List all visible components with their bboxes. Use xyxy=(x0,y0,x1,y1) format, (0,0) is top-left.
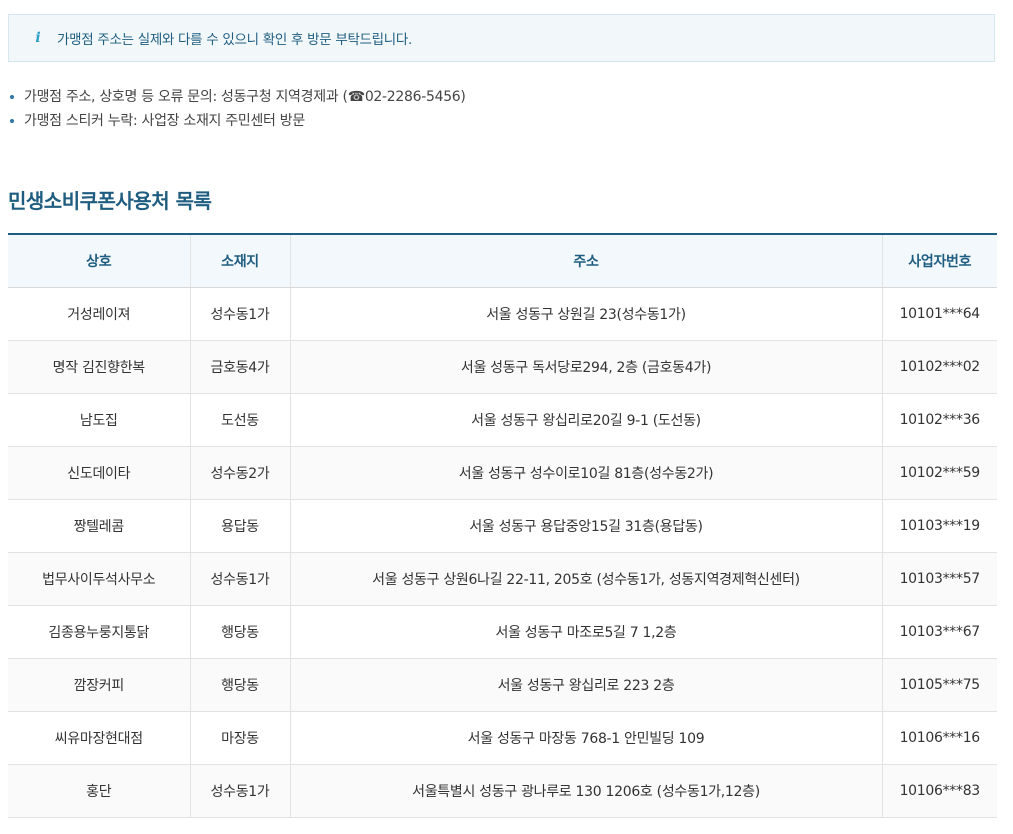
section-title: 민생소비쿠폰사용처 목록 xyxy=(8,189,212,213)
cell-location: 성수동1가 xyxy=(189,287,290,341)
cell-location: 용답동 xyxy=(189,499,290,553)
notice-text: 가맹점 주소는 실제와 다를 수 있으니 확인 후 방문 부탁드립니다. xyxy=(57,32,413,48)
info-icon: i xyxy=(35,30,41,46)
cell-name: 짱텔레콤 xyxy=(8,499,190,553)
info-item-inquiry: 가맹점 주소, 상호명 등 오류 문의: 성동구청 지역경제과 (☎02-228… xyxy=(8,85,466,109)
cell-address: 서울 성동구 마조로5길 7 1,2층 xyxy=(289,605,882,659)
cell-name: 깜장커피 xyxy=(8,658,190,712)
cell-business-number: 10102***36 xyxy=(881,393,997,447)
header-location: 소재지 xyxy=(189,234,290,288)
cell-business-number: 10102***59 xyxy=(881,446,997,500)
cell-address: 서울 성동구 성수이로10길 81층(성수동2가) xyxy=(289,446,882,500)
table-row: 명작 김진향한복 금호동4가 서울 성동구 독서당로294, 2층 (금호동4가) 1… xyxy=(8,340,997,394)
cell-name: 홍단 xyxy=(8,764,190,818)
table-row: 남도집 도선동 서울 성동구 왕십리로20길 9-1 (도선동) 10102***36 xyxy=(8,393,997,447)
cell-address: 서울 성동구 마장동 768-1 안민빌딩 109 xyxy=(289,711,882,765)
cell-location: 성수동1가 xyxy=(189,764,290,818)
cell-location: 도선동 xyxy=(189,393,290,447)
cell-address: 서울 성동구 왕십리로20길 9-1 (도선동) xyxy=(289,393,882,447)
table-row: 깜장커피 행당동 서울 성동구 왕십리로 223 2층 10105***75 xyxy=(8,658,997,712)
info-list: 가맹점 주소, 상호명 등 오류 문의: 성동구청 지역경제과 (☎02-228… xyxy=(8,85,466,133)
cell-name: 신도데이타 xyxy=(8,446,190,500)
header-business-number: 사업자번호 xyxy=(881,234,997,288)
info-item-sticker: 가맹점 스티커 누락: 사업장 소재지 주민센터 방문 xyxy=(8,109,466,133)
cell-address: 서울 성동구 용답중앙15길 31층(용답동) xyxy=(289,499,882,553)
cell-location: 마장동 xyxy=(189,711,290,765)
table-row: 법무사이두석사무소 성수동1가 서울 성동구 상원6나길 22-11, 205호 (… xyxy=(8,552,997,606)
table-row: 거성레이져 성수동1가 서울 성동구 상원길 23(성수동1가) 10101***64 xyxy=(8,287,997,341)
cell-location: 성수동2가 xyxy=(189,446,290,500)
notice-box: i 가맹점 주소는 실제와 다를 수 있으니 확인 후 방문 부탁드립니다. xyxy=(8,14,995,62)
cell-address: 서울특별시 성동구 광나루로 130 1206호 (성수동1가,12층) xyxy=(289,764,882,818)
table-row: 짱텔레콤 용답동 서울 성동구 용답중앙15길 31층(용답동) 10103***19 xyxy=(8,499,997,553)
table-row: 김종용누룽지통닭 행당동 서울 성동구 마조로5길 7 1,2층 10103***67 xyxy=(8,605,997,659)
header-address: 주소 xyxy=(289,234,882,288)
cell-business-number: 10106***16 xyxy=(881,711,997,765)
header-name: 상호 xyxy=(8,234,190,288)
cell-business-number: 10101***64 xyxy=(881,287,997,341)
cell-business-number: 10103***57 xyxy=(881,552,997,606)
cell-address: 서울 성동구 독서당로294, 2층 (금호동4가) xyxy=(289,340,882,394)
cell-business-number: 10106***83 xyxy=(881,764,997,818)
table-header-row: 상호 소재지 주소 사업자번호 xyxy=(8,234,997,288)
cell-location: 금호동4가 xyxy=(189,340,290,394)
cell-name: 법무사이두석사무소 xyxy=(8,552,190,606)
table-row: 신도데이타 성수동2가 서울 성동구 성수이로10길 81층(성수동2가) 10102… xyxy=(8,446,997,500)
cell-business-number: 10102***02 xyxy=(881,340,997,394)
merchant-table: 상호 소재지 주소 사업자번호 거성레이져 성수동1가 서울 성동구 상원길 23(… xyxy=(8,233,997,818)
cell-business-number: 10105***75 xyxy=(881,658,997,712)
cell-name: 거성레이져 xyxy=(8,287,190,341)
table-body: 거성레이져 성수동1가 서울 성동구 상원길 23(성수동1가) 10101***64… xyxy=(8,287,997,818)
cell-name: 씨유마장현대점 xyxy=(8,711,190,765)
cell-location: 행당동 xyxy=(189,605,290,659)
cell-business-number: 10103***67 xyxy=(881,605,997,659)
table-row: 홍단 성수동1가 서울특별시 성동구 광나루로 130 1206호 (성수동1가,1… xyxy=(8,764,997,818)
cell-location: 행당동 xyxy=(189,658,290,712)
cell-name: 명작 김진향한복 xyxy=(8,340,190,394)
cell-address: 서울 성동구 상원6나길 22-11, 205호 (성수동1가, 성동지역경제혁… xyxy=(289,552,882,606)
cell-name: 남도집 xyxy=(8,393,190,447)
cell-address: 서울 성동구 왕십리로 223 2층 xyxy=(289,658,882,712)
table-row: 씨유마장현대점 마장동 서울 성동구 마장동 768-1 안민빌딩 109 10106… xyxy=(8,711,997,765)
cell-business-number: 10103***19 xyxy=(881,499,997,553)
cell-location: 성수동1가 xyxy=(189,552,290,606)
cell-name: 김종용누룽지통닭 xyxy=(8,605,190,659)
cell-address: 서울 성동구 상원길 23(성수동1가) xyxy=(289,287,882,341)
